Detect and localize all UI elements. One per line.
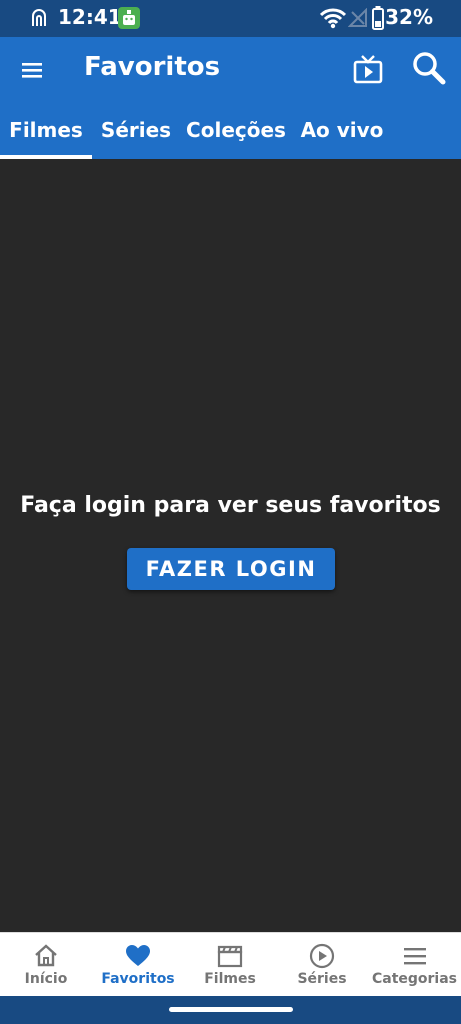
login-prompt-message: Faça login para ver seus favoritos [20, 493, 441, 518]
page-title: Favoritos [84, 52, 221, 82]
tab-label: Filmes [9, 118, 83, 142]
tab-bar: Filmes Séries Coleções Ao vivo [0, 103, 461, 159]
cast-tv-icon [353, 55, 383, 84]
wifi-icon [319, 7, 347, 33]
nav-item-series[interactable]: Séries [276, 933, 368, 997]
nav-label: Favoritos [101, 971, 175, 987]
heart-icon [126, 945, 150, 966]
nav-label: Filmes [204, 971, 256, 987]
tab-colecoes[interactable]: Coleções [182, 103, 290, 159]
home-icon [35, 944, 57, 967]
system-gesture-bar [0, 996, 461, 1024]
home-gesture-handle[interactable] [169, 1007, 293, 1012]
nav-label: Início [24, 971, 68, 987]
tab-ao-vivo[interactable]: Ao vivo [296, 103, 388, 159]
cast-tv-button[interactable] [352, 54, 386, 86]
search-button[interactable] [411, 50, 447, 86]
bottom-nav: Início Favoritos Filmes Séries Categoria… [0, 932, 461, 996]
nav-item-filmes[interactable]: Filmes [184, 933, 276, 997]
nav-item-categorias[interactable]: Categorias [368, 933, 461, 997]
play-circle-icon [309, 943, 335, 969]
android-debug-icon [118, 7, 140, 33]
login-button[interactable]: FAZER LOGIN [127, 548, 335, 590]
tab-filmes[interactable]: Filmes [0, 103, 92, 159]
tab-series[interactable]: Séries [96, 103, 176, 159]
status-time: 12:41 [58, 5, 122, 29]
nav-label: Categorias [371, 971, 458, 987]
tab-label: Ao vivo [300, 118, 384, 142]
nav-item-favoritos[interactable]: Favoritos [92, 933, 184, 997]
main-content: Faça login para ver seus favoritos FAZER… [0, 159, 461, 932]
menu-icon [22, 63, 42, 78]
menu-button[interactable] [18, 55, 48, 85]
tab-label: Séries [100, 118, 172, 142]
app-bar: Favoritos [0, 37, 461, 103]
signal-icon [347, 7, 368, 32]
clapperboard-icon [217, 945, 243, 968]
battery-icon [372, 6, 384, 34]
nfc-icon [30, 8, 48, 32]
status-bar: 12:41 32% [0, 0, 461, 37]
list-icon [403, 948, 426, 965]
nav-label: Séries [297, 971, 347, 987]
tab-label: Coleções [186, 118, 286, 142]
battery-percent: 32% [385, 5, 433, 29]
nav-item-inicio[interactable]: Início [0, 933, 92, 997]
search-icon [413, 52, 446, 85]
